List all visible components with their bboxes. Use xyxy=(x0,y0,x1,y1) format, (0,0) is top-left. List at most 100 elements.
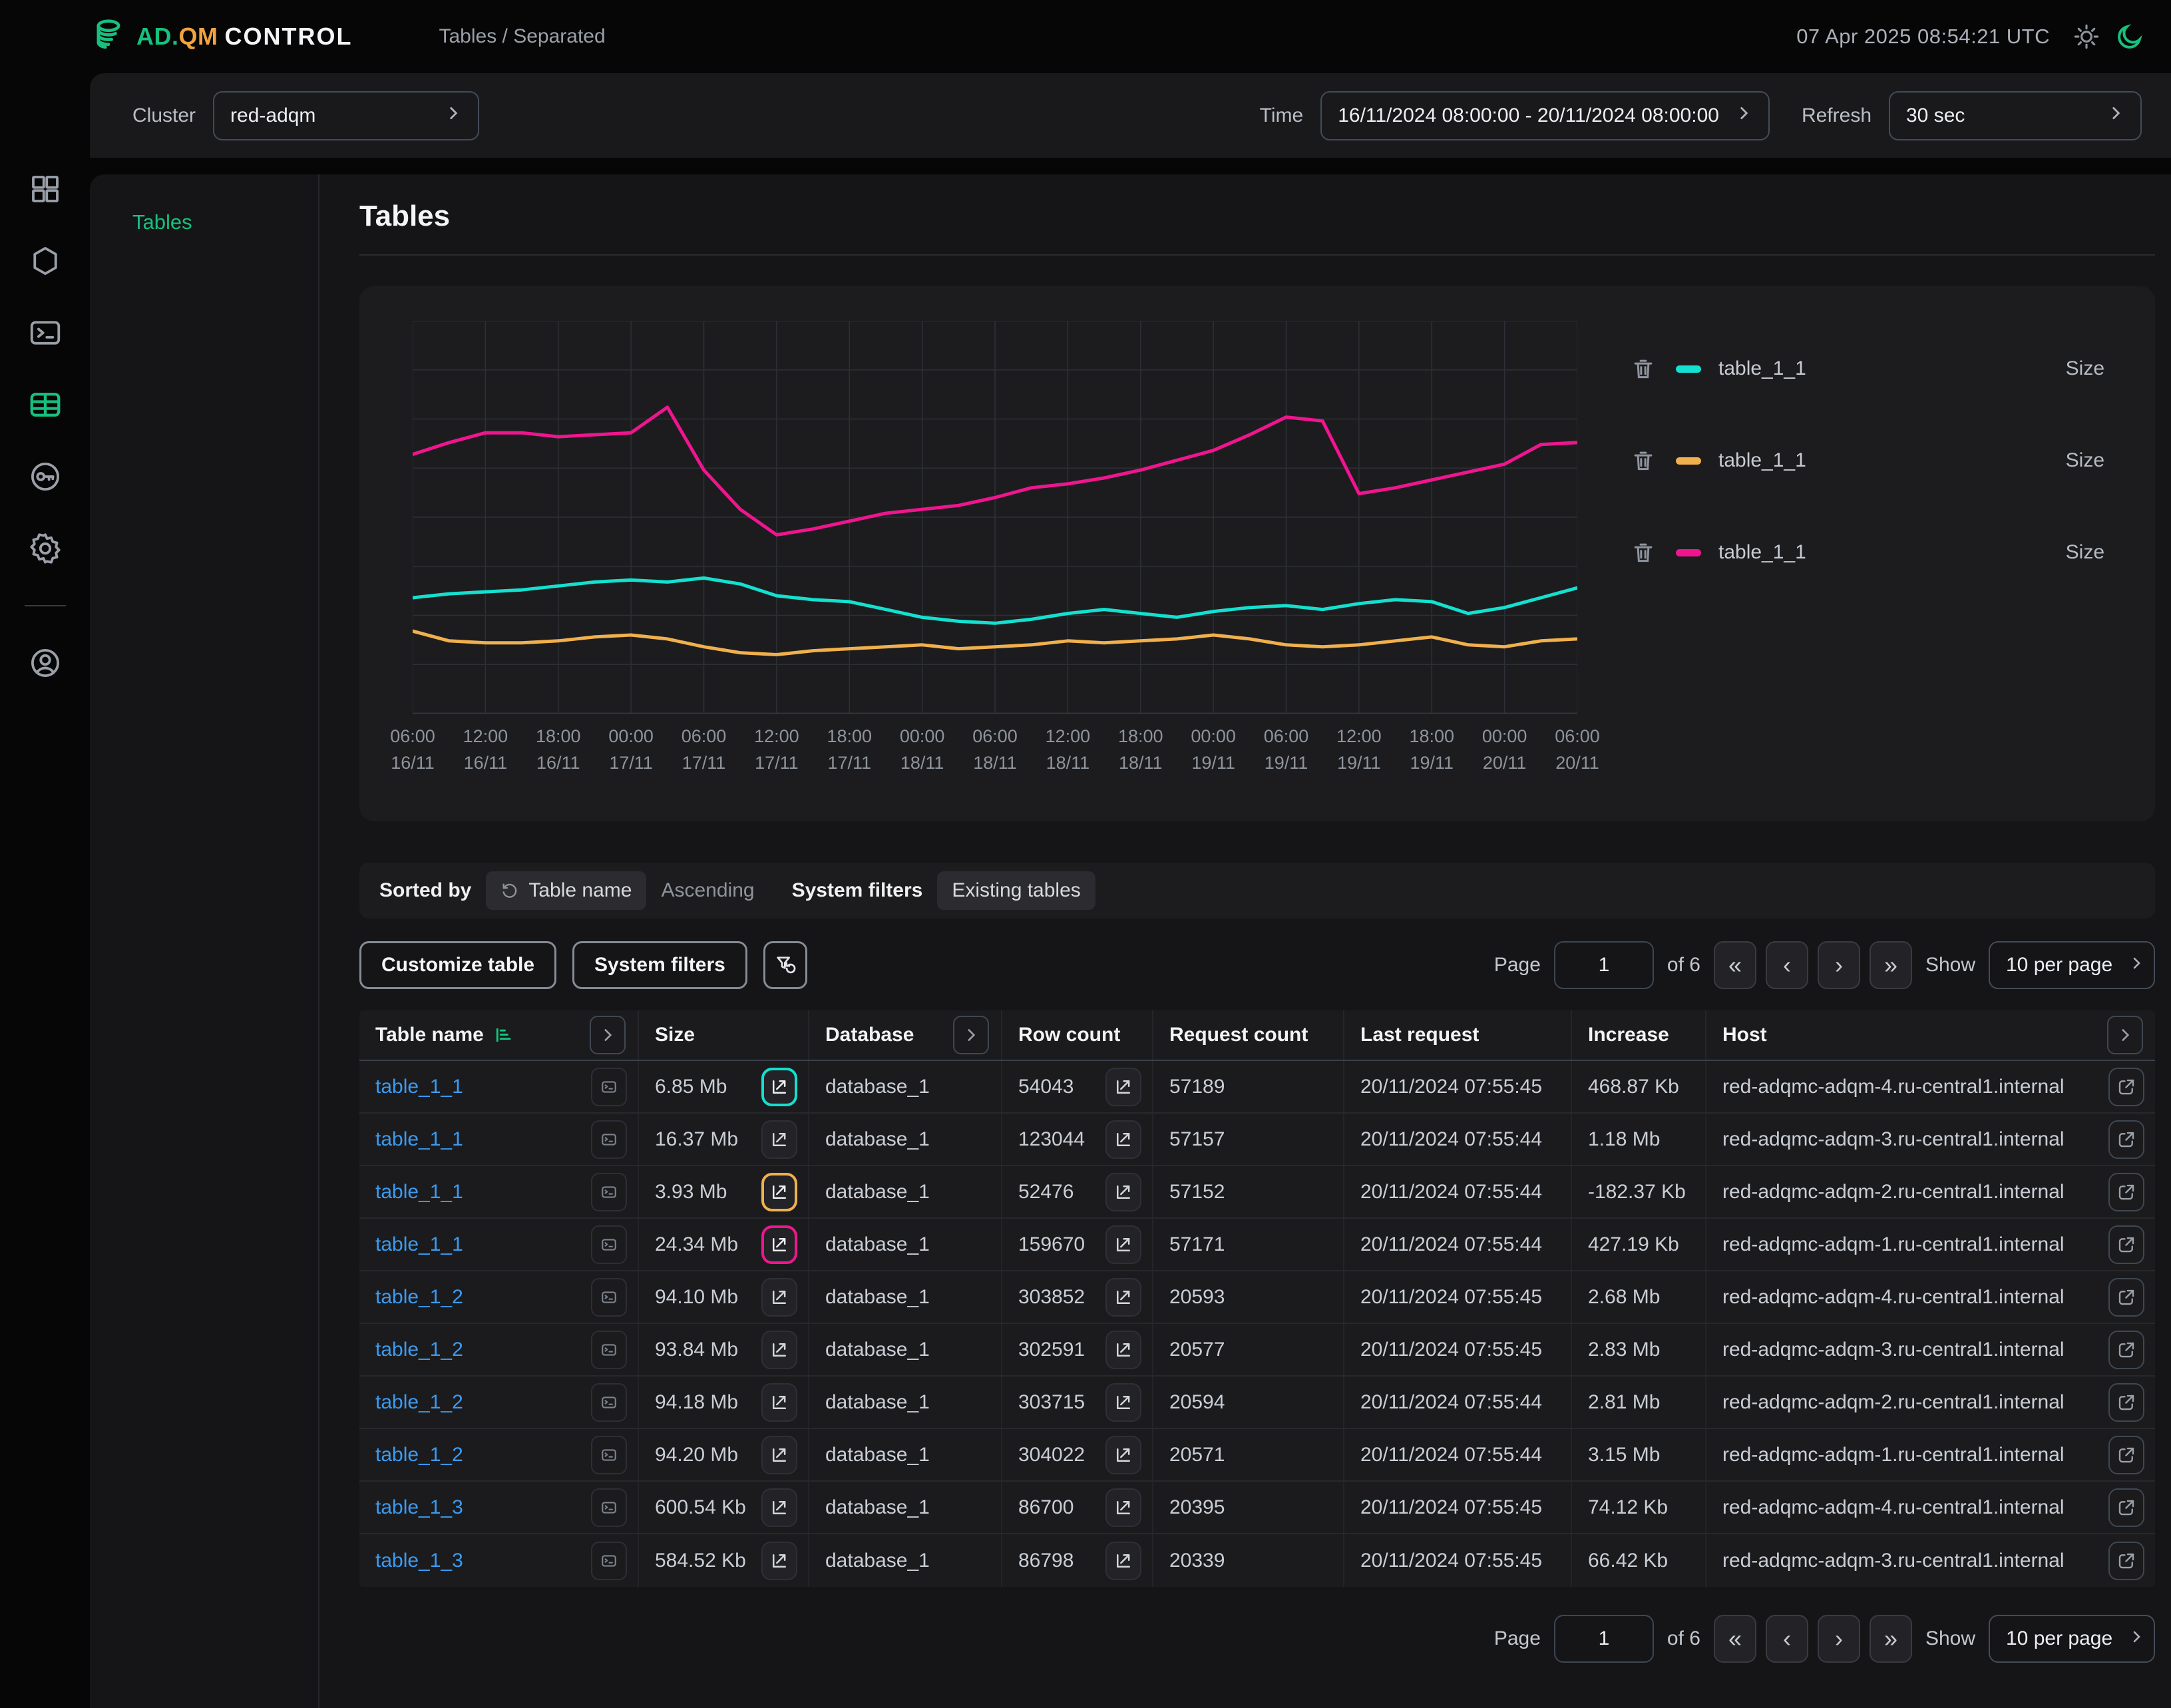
table-name-link[interactable]: table_1_2 xyxy=(375,1391,463,1414)
row-count-chart-toggle-button[interactable] xyxy=(1105,1331,1141,1369)
row-count-chart-toggle-button[interactable] xyxy=(1105,1173,1141,1211)
table-name-column-menu-button[interactable] xyxy=(590,1016,626,1054)
column-header-increase[interactable]: Increase xyxy=(1572,1010,1706,1060)
hexagon-nodes-icon[interactable] xyxy=(26,242,65,280)
open-terminal-button[interactable] xyxy=(591,1278,627,1317)
last-page-button[interactable]: » xyxy=(1870,1615,1912,1663)
size-chart-toggle-button[interactable] xyxy=(761,1173,797,1211)
cluster-select[interactable]: red-adqm xyxy=(213,91,479,140)
column-header-row-count[interactable]: Row count xyxy=(1002,1010,1153,1060)
host-external-link-button[interactable] xyxy=(2108,1488,2144,1527)
system-filters-button[interactable]: System filters xyxy=(572,941,747,989)
size-chart-toggle-button[interactable] xyxy=(761,1225,797,1264)
prev-page-button[interactable]: ‹ xyxy=(1766,1615,1808,1663)
row-count-chart-toggle-button[interactable] xyxy=(1105,1542,1141,1580)
size-chart-toggle-button[interactable] xyxy=(761,1383,797,1422)
pagination-bottom-wrap: Page of 6 « ‹ › » Show 10 per page xyxy=(359,1615,2155,1663)
page-number-input[interactable] xyxy=(1554,941,1654,989)
filter-reset-icon xyxy=(774,954,797,976)
dark-theme-moon-icon[interactable] xyxy=(2115,22,2144,51)
open-terminal-button[interactable] xyxy=(591,1383,627,1422)
open-terminal-button[interactable] xyxy=(591,1436,627,1474)
open-terminal-button[interactable] xyxy=(591,1120,627,1159)
column-header-table-name[interactable]: Table name xyxy=(359,1010,639,1060)
page-number-input[interactable] xyxy=(1554,1615,1654,1663)
row-count-chart-toggle-button[interactable] xyxy=(1105,1278,1141,1317)
host-external-link-button[interactable] xyxy=(2108,1331,2144,1369)
row-count-chart-toggle-button[interactable] xyxy=(1105,1120,1141,1159)
database-column-menu-button[interactable] xyxy=(953,1016,989,1054)
refresh-select[interactable]: 30 sec xyxy=(1889,91,2142,140)
user-profile-icon[interactable] xyxy=(26,644,65,682)
table-name-link[interactable]: table_1_2 xyxy=(375,1286,463,1309)
host-external-link-button[interactable] xyxy=(2108,1436,2144,1474)
open-terminal-button[interactable] xyxy=(591,1068,627,1106)
per-page-select[interactable]: 10 per page xyxy=(1989,1615,2155,1663)
host-column-menu-button[interactable] xyxy=(2107,1016,2143,1054)
host-external-link-button[interactable] xyxy=(2108,1120,2144,1159)
settings-gear-icon[interactable] xyxy=(26,529,65,568)
table-name-link[interactable]: table_1_3 xyxy=(375,1496,463,1519)
first-page-button[interactable]: « xyxy=(1714,1615,1756,1663)
time-range-select[interactable]: 16/11/2024 08:00:00 - 20/11/2024 08:00:0… xyxy=(1320,91,1770,140)
host-external-link-button[interactable] xyxy=(2108,1278,2144,1317)
open-terminal-button[interactable] xyxy=(591,1173,627,1211)
next-page-button[interactable]: › xyxy=(1818,1615,1860,1663)
column-header-request-count[interactable]: Request count xyxy=(1153,1010,1344,1060)
table-name-link[interactable]: table_1_3 xyxy=(375,1550,463,1572)
open-terminal-button[interactable] xyxy=(591,1488,627,1527)
size-chart-toggle-button[interactable] xyxy=(761,1068,797,1106)
remove-series-trash-icon[interactable] xyxy=(1631,356,1656,381)
table-name-link[interactable]: table_1_2 xyxy=(375,1339,463,1361)
column-header-host[interactable]: Host xyxy=(1706,1010,2155,1060)
table-name-link[interactable]: table_1_1 xyxy=(375,1128,463,1151)
reset-filters-button[interactable] xyxy=(763,941,807,989)
cell-last-request: 20/11/2024 07:55:45 xyxy=(1344,1061,1572,1112)
row-count-chart-toggle-button[interactable] xyxy=(1105,1068,1141,1106)
terminal-icon[interactable] xyxy=(26,314,65,352)
size-chart-toggle-button[interactable] xyxy=(761,1542,797,1580)
table-name-link[interactable]: table_1_2 xyxy=(375,1444,463,1466)
cell-row-count: 303715 xyxy=(1002,1377,1153,1428)
row-count-chart-toggle-button[interactable] xyxy=(1105,1225,1141,1264)
existing-tables-chip[interactable]: Existing tables xyxy=(937,871,1095,910)
remove-series-trash-icon[interactable] xyxy=(1631,540,1656,565)
dashboard-grid-icon[interactable] xyxy=(26,170,65,208)
open-terminal-button[interactable] xyxy=(591,1542,627,1580)
size-chart-toggle-button[interactable] xyxy=(761,1488,797,1527)
table-name-link[interactable]: table_1_1 xyxy=(375,1181,463,1203)
light-theme-sun-icon[interactable] xyxy=(2072,23,2100,51)
prev-page-button[interactable]: ‹ xyxy=(1766,941,1808,989)
customize-table-button[interactable]: Customize table xyxy=(359,941,556,989)
last-page-button[interactable]: » xyxy=(1870,941,1912,989)
open-terminal-button[interactable] xyxy=(591,1331,627,1369)
size-chart-toggle-button[interactable] xyxy=(761,1120,797,1159)
row-count-chart-toggle-button[interactable] xyxy=(1105,1383,1141,1422)
access-key-icon[interactable] xyxy=(26,457,65,496)
table-name-link[interactable]: table_1_1 xyxy=(375,1233,463,1256)
column-header-database[interactable]: Database xyxy=(809,1010,1002,1060)
host-external-link-button[interactable] xyxy=(2108,1383,2144,1422)
tables-icon[interactable] xyxy=(26,385,65,424)
table-name-link[interactable]: table_1_1 xyxy=(375,1076,463,1098)
size-chart-toggle-button[interactable] xyxy=(761,1436,797,1474)
column-header-size[interactable]: Size xyxy=(639,1010,809,1060)
column-header-last-request[interactable]: Last request xyxy=(1344,1010,1572,1060)
sort-chip[interactable]: Table name xyxy=(486,871,646,910)
row-count-chart-toggle-button[interactable] xyxy=(1105,1488,1141,1527)
size-chart-toggle-button[interactable] xyxy=(761,1278,797,1317)
host-external-link-button[interactable] xyxy=(2108,1225,2144,1264)
first-page-button[interactable]: « xyxy=(1714,941,1756,989)
next-page-button[interactable]: › xyxy=(1818,941,1860,989)
open-terminal-button[interactable] xyxy=(591,1225,627,1264)
host-external-link-button[interactable] xyxy=(2108,1068,2144,1106)
cell-host: red-adqmc-adqm-1.ru-central1.internal xyxy=(1706,1219,2155,1270)
row-count-chart-toggle-button[interactable] xyxy=(1105,1436,1141,1474)
sidebar-item-tables[interactable]: Tables xyxy=(132,210,318,234)
remove-series-trash-icon[interactable] xyxy=(1631,448,1656,473)
size-chart-toggle-button[interactable] xyxy=(761,1331,797,1369)
per-page-select[interactable]: 10 per page xyxy=(1989,941,2155,989)
host-external-link-button[interactable] xyxy=(2108,1173,2144,1211)
host-external-link-button[interactable] xyxy=(2108,1542,2144,1580)
sort-direction[interactable]: Ascending xyxy=(661,879,754,902)
